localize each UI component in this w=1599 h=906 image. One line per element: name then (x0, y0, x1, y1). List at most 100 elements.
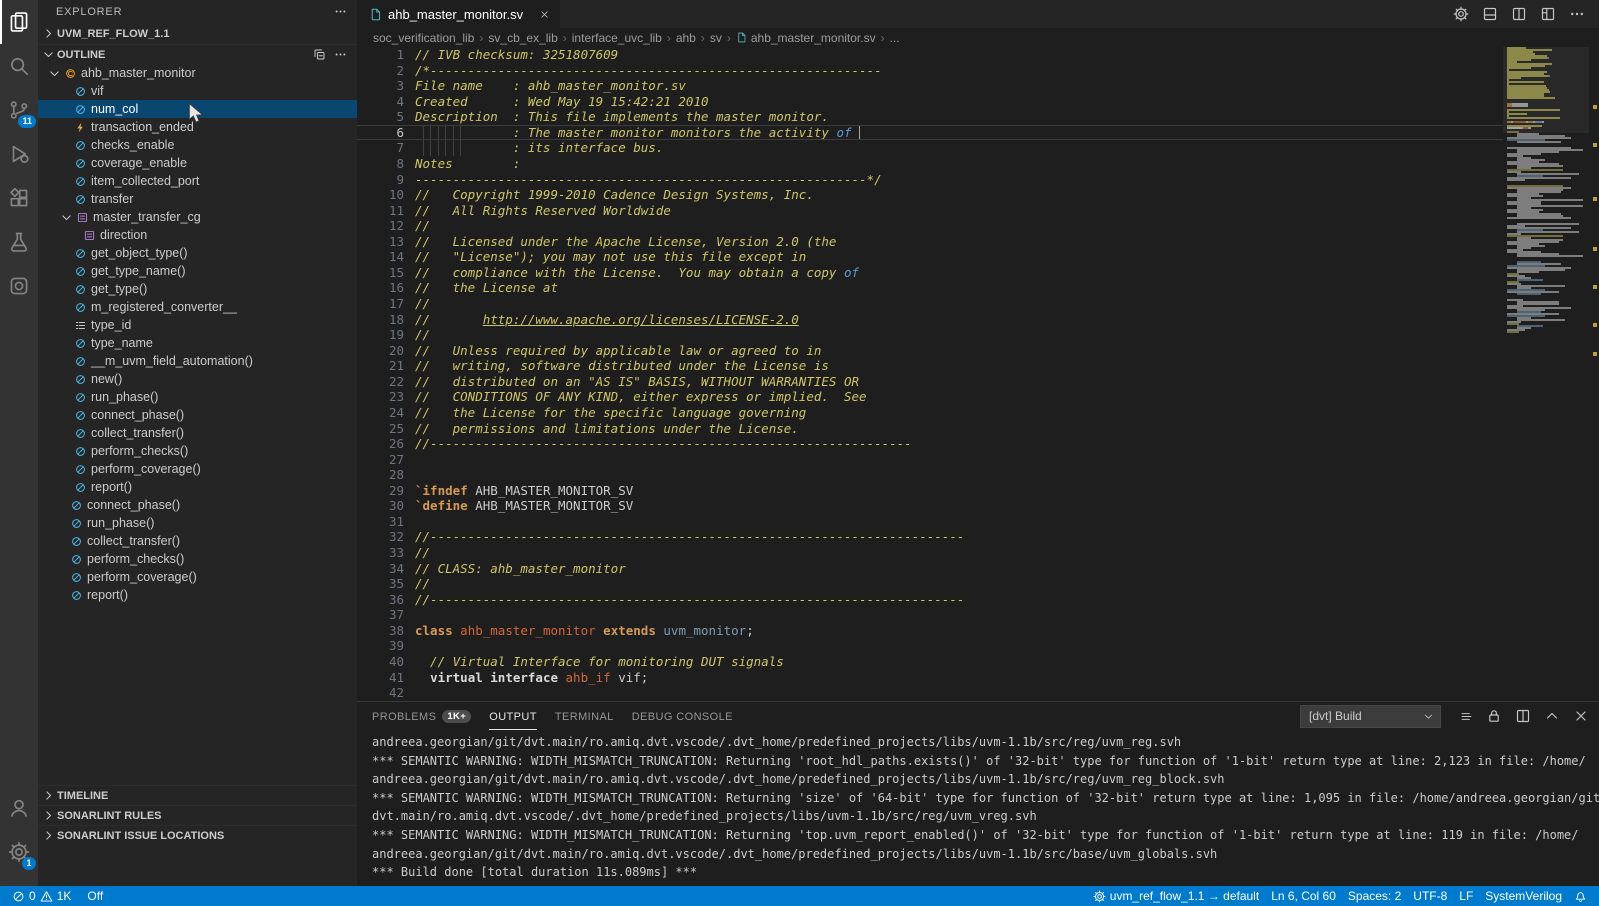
outline-item-ahb_master_monitor[interactable]: ahb_master_monitor (38, 64, 357, 82)
panel-tab-output[interactable]: OUTPUT (489, 702, 537, 730)
activity-item-search[interactable] (0, 44, 38, 88)
code-line-15[interactable]: 15// compliance with the License. You ma… (357, 265, 1599, 281)
more-icon[interactable] (334, 48, 347, 61)
outline-item-get_object_type[interactable]: get_object_type() (38, 244, 357, 262)
breadcrumb-item[interactable]: sv (710, 31, 722, 45)
code-line-5[interactable]: 5Description : This file implements the … (357, 109, 1599, 125)
code-line-31[interactable]: 31 (357, 514, 1599, 530)
gear-icon[interactable] (1453, 6, 1469, 22)
activity-item-run-debug[interactable] (0, 132, 38, 176)
code-line-16[interactable]: 16// the License at (357, 280, 1599, 296)
code-line-20[interactable]: 20// Unless required by applicable law o… (357, 343, 1599, 359)
outline-section-header[interactable]: OUTLINE (38, 44, 357, 64)
status-item-encoding[interactable]: UTF-8 (1407, 886, 1453, 906)
close-icon[interactable] (1573, 708, 1589, 724)
section-timeline[interactable]: TIMELINE (38, 785, 357, 805)
chevron-up-icon[interactable] (1544, 708, 1560, 724)
code-editor[interactable]: 1// IVB checksum: 32518076092/*---------… (357, 47, 1599, 701)
outline-item-perform_checks[interactable]: perform_checks() (38, 550, 357, 568)
activity-item-account[interactable] (0, 786, 38, 830)
sidebar-more-actions-icon[interactable] (334, 5, 347, 18)
more-icon[interactable] (1569, 6, 1585, 22)
split-editor-icon[interactable] (1515, 708, 1531, 724)
code-line-1[interactable]: 1// IVB checksum: 3251807609 (357, 47, 1599, 63)
activity-item-verification[interactable] (0, 264, 38, 308)
status-item-notifications[interactable] (1568, 886, 1593, 906)
outline-item-__m_uvm_field_automation[interactable]: __m_uvm_field_automation() (38, 352, 357, 370)
outline-item-report[interactable]: report() (38, 586, 357, 604)
outline-item-run_phase[interactable]: run_phase() (38, 388, 357, 406)
outline-item-collect_transfer[interactable]: collect_transfer() (38, 532, 357, 550)
chevron-down-icon[interactable] (58, 211, 74, 224)
outline-item-transaction_ended[interactable]: transaction_ended (38, 118, 357, 136)
code-line-18[interactable]: 18// http://www.apache.org/licenses/LICE… (357, 312, 1599, 328)
outline-item-perform_coverage[interactable]: perform_coverage() (38, 460, 357, 478)
tab-close-icon[interactable] (539, 9, 550, 20)
outline-item-checks_enable[interactable]: checks_enable (38, 136, 357, 154)
section-sonarlint-rules[interactable]: SONARLINT RULES (38, 805, 357, 825)
outline-item-master_transfer_cg[interactable]: master_transfer_cg (38, 208, 357, 226)
breadcrumb-item[interactable]: soc_verification_lib (373, 31, 474, 45)
toggle-panel-icon[interactable] (1482, 6, 1498, 22)
problems-status[interactable]: 0 1K (6, 886, 77, 906)
code-line-25[interactable]: 25// permissions and limitations under t… (357, 421, 1599, 437)
outline-item-perform_coverage[interactable]: perform_coverage() (38, 568, 357, 586)
section-sonarlint-issue-locations[interactable]: SONARLINT ISSUE LOCATIONS (38, 825, 357, 845)
code-line-7[interactable]: 7 : its interface bus. (357, 140, 1599, 156)
outline-item-perform_checks[interactable]: perform_checks() (38, 442, 357, 460)
code-line-19[interactable]: 19// (357, 327, 1599, 343)
code-line-26[interactable]: 26//------------------------------------… (357, 436, 1599, 452)
activity-item-settings[interactable]: 1 (0, 830, 38, 874)
code-line-27[interactable]: 27 (357, 452, 1599, 468)
outline-item-type_id[interactable]: type_id (38, 316, 357, 334)
code-line-10[interactable]: 10// Copyright 1999-2010 Cadence Design … (357, 187, 1599, 203)
code-line-41[interactable]: 41 virtual interface ahb_if vif; (357, 670, 1599, 686)
code-line-24[interactable]: 24// the License for the specific langua… (357, 405, 1599, 421)
code-line-22[interactable]: 22// distributed on an "AS IS" BASIS, WI… (357, 374, 1599, 390)
outline-item-direction[interactable]: direction (38, 226, 357, 244)
outline-item-type_name[interactable]: type_name (38, 334, 357, 352)
outline-item-new[interactable]: new() (38, 370, 357, 388)
outline-item-collect_transfer[interactable]: collect_transfer() (38, 424, 357, 442)
code-line-38[interactable]: 38class ahb_master_monitor extends uvm_m… (357, 623, 1599, 639)
outline-item-run_phase[interactable]: run_phase() (38, 514, 357, 532)
outline-item-get_type_name[interactable]: get_type_name() (38, 262, 357, 280)
code-line-13[interactable]: 13// Licensed under the Apache License, … (357, 234, 1599, 250)
outline-item-m_registered_converter__[interactable]: m_registered_converter__ (38, 298, 357, 316)
split-editor-icon[interactable] (1511, 6, 1527, 22)
outline-item-connect_phase[interactable]: connect_phase() (38, 496, 357, 514)
minimap-slider[interactable] (1503, 47, 1589, 133)
code-line-29[interactable]: 29`ifndef AHB_MASTER_MONITOR_SV (357, 483, 1599, 499)
code-line-33[interactable]: 33// (357, 545, 1599, 561)
code-line-12[interactable]: 12// (357, 218, 1599, 234)
code-line-32[interactable]: 32//------------------------------------… (357, 529, 1599, 545)
dvt-off-toggle[interactable]: Off (77, 886, 109, 906)
panel-tab-terminal[interactable]: TERMINAL (555, 702, 614, 730)
status-item-eol[interactable]: LF (1453, 886, 1479, 906)
breadcrumb-item[interactable]: ahb (676, 31, 696, 45)
code-line-39[interactable]: 39 (357, 638, 1599, 654)
lines-icon[interactable] (1460, 710, 1473, 723)
outline-item-report[interactable]: report() (38, 478, 357, 496)
code-line-6[interactable]: 6 : The master monitor monitors the acti… (357, 125, 1599, 141)
code-line-30[interactable]: 30`define AHB_MASTER_MONITOR_SV (357, 498, 1599, 514)
status-item-cursor-position[interactable]: Ln 6, Col 60 (1265, 886, 1342, 906)
outline-item-vif[interactable]: vif (38, 82, 357, 100)
layout-icon[interactable] (1540, 6, 1556, 22)
breadcrumb-item[interactable]: ... (890, 31, 900, 45)
outline-item-coverage_enable[interactable]: coverage_enable (38, 154, 357, 172)
status-item-compile-config[interactable]: uvm_ref_flow_1.1 → default (1087, 886, 1265, 906)
outline-item-num_col[interactable]: num_col (38, 100, 357, 118)
workspace-section-header[interactable]: UVM_REF_FLOW_1.1 (38, 23, 357, 44)
panel-tab-problems[interactable]: PROBLEMS1K+ (372, 702, 471, 730)
minimap[interactable] (1503, 47, 1599, 701)
code-line-11[interactable]: 11// All Rights Reserved Worldwide (357, 203, 1599, 219)
code-line-36[interactable]: 36//------------------------------------… (357, 592, 1599, 608)
code-line-23[interactable]: 23// CONDITIONS OF ANY KIND, either expr… (357, 389, 1599, 405)
outline-item-item_collected_port[interactable]: item_collected_port (38, 172, 357, 190)
chevron-down-icon[interactable] (46, 67, 62, 80)
outline-item-connect_phase[interactable]: connect_phase() (38, 406, 357, 424)
activity-item-source-control[interactable]: 11 (0, 88, 38, 132)
breadcrumb-item[interactable]: interface_uvc_lib (572, 31, 662, 45)
output-content[interactable]: andreea.georgian/git/dvt.main/ro.amiq.dv… (357, 730, 1599, 886)
